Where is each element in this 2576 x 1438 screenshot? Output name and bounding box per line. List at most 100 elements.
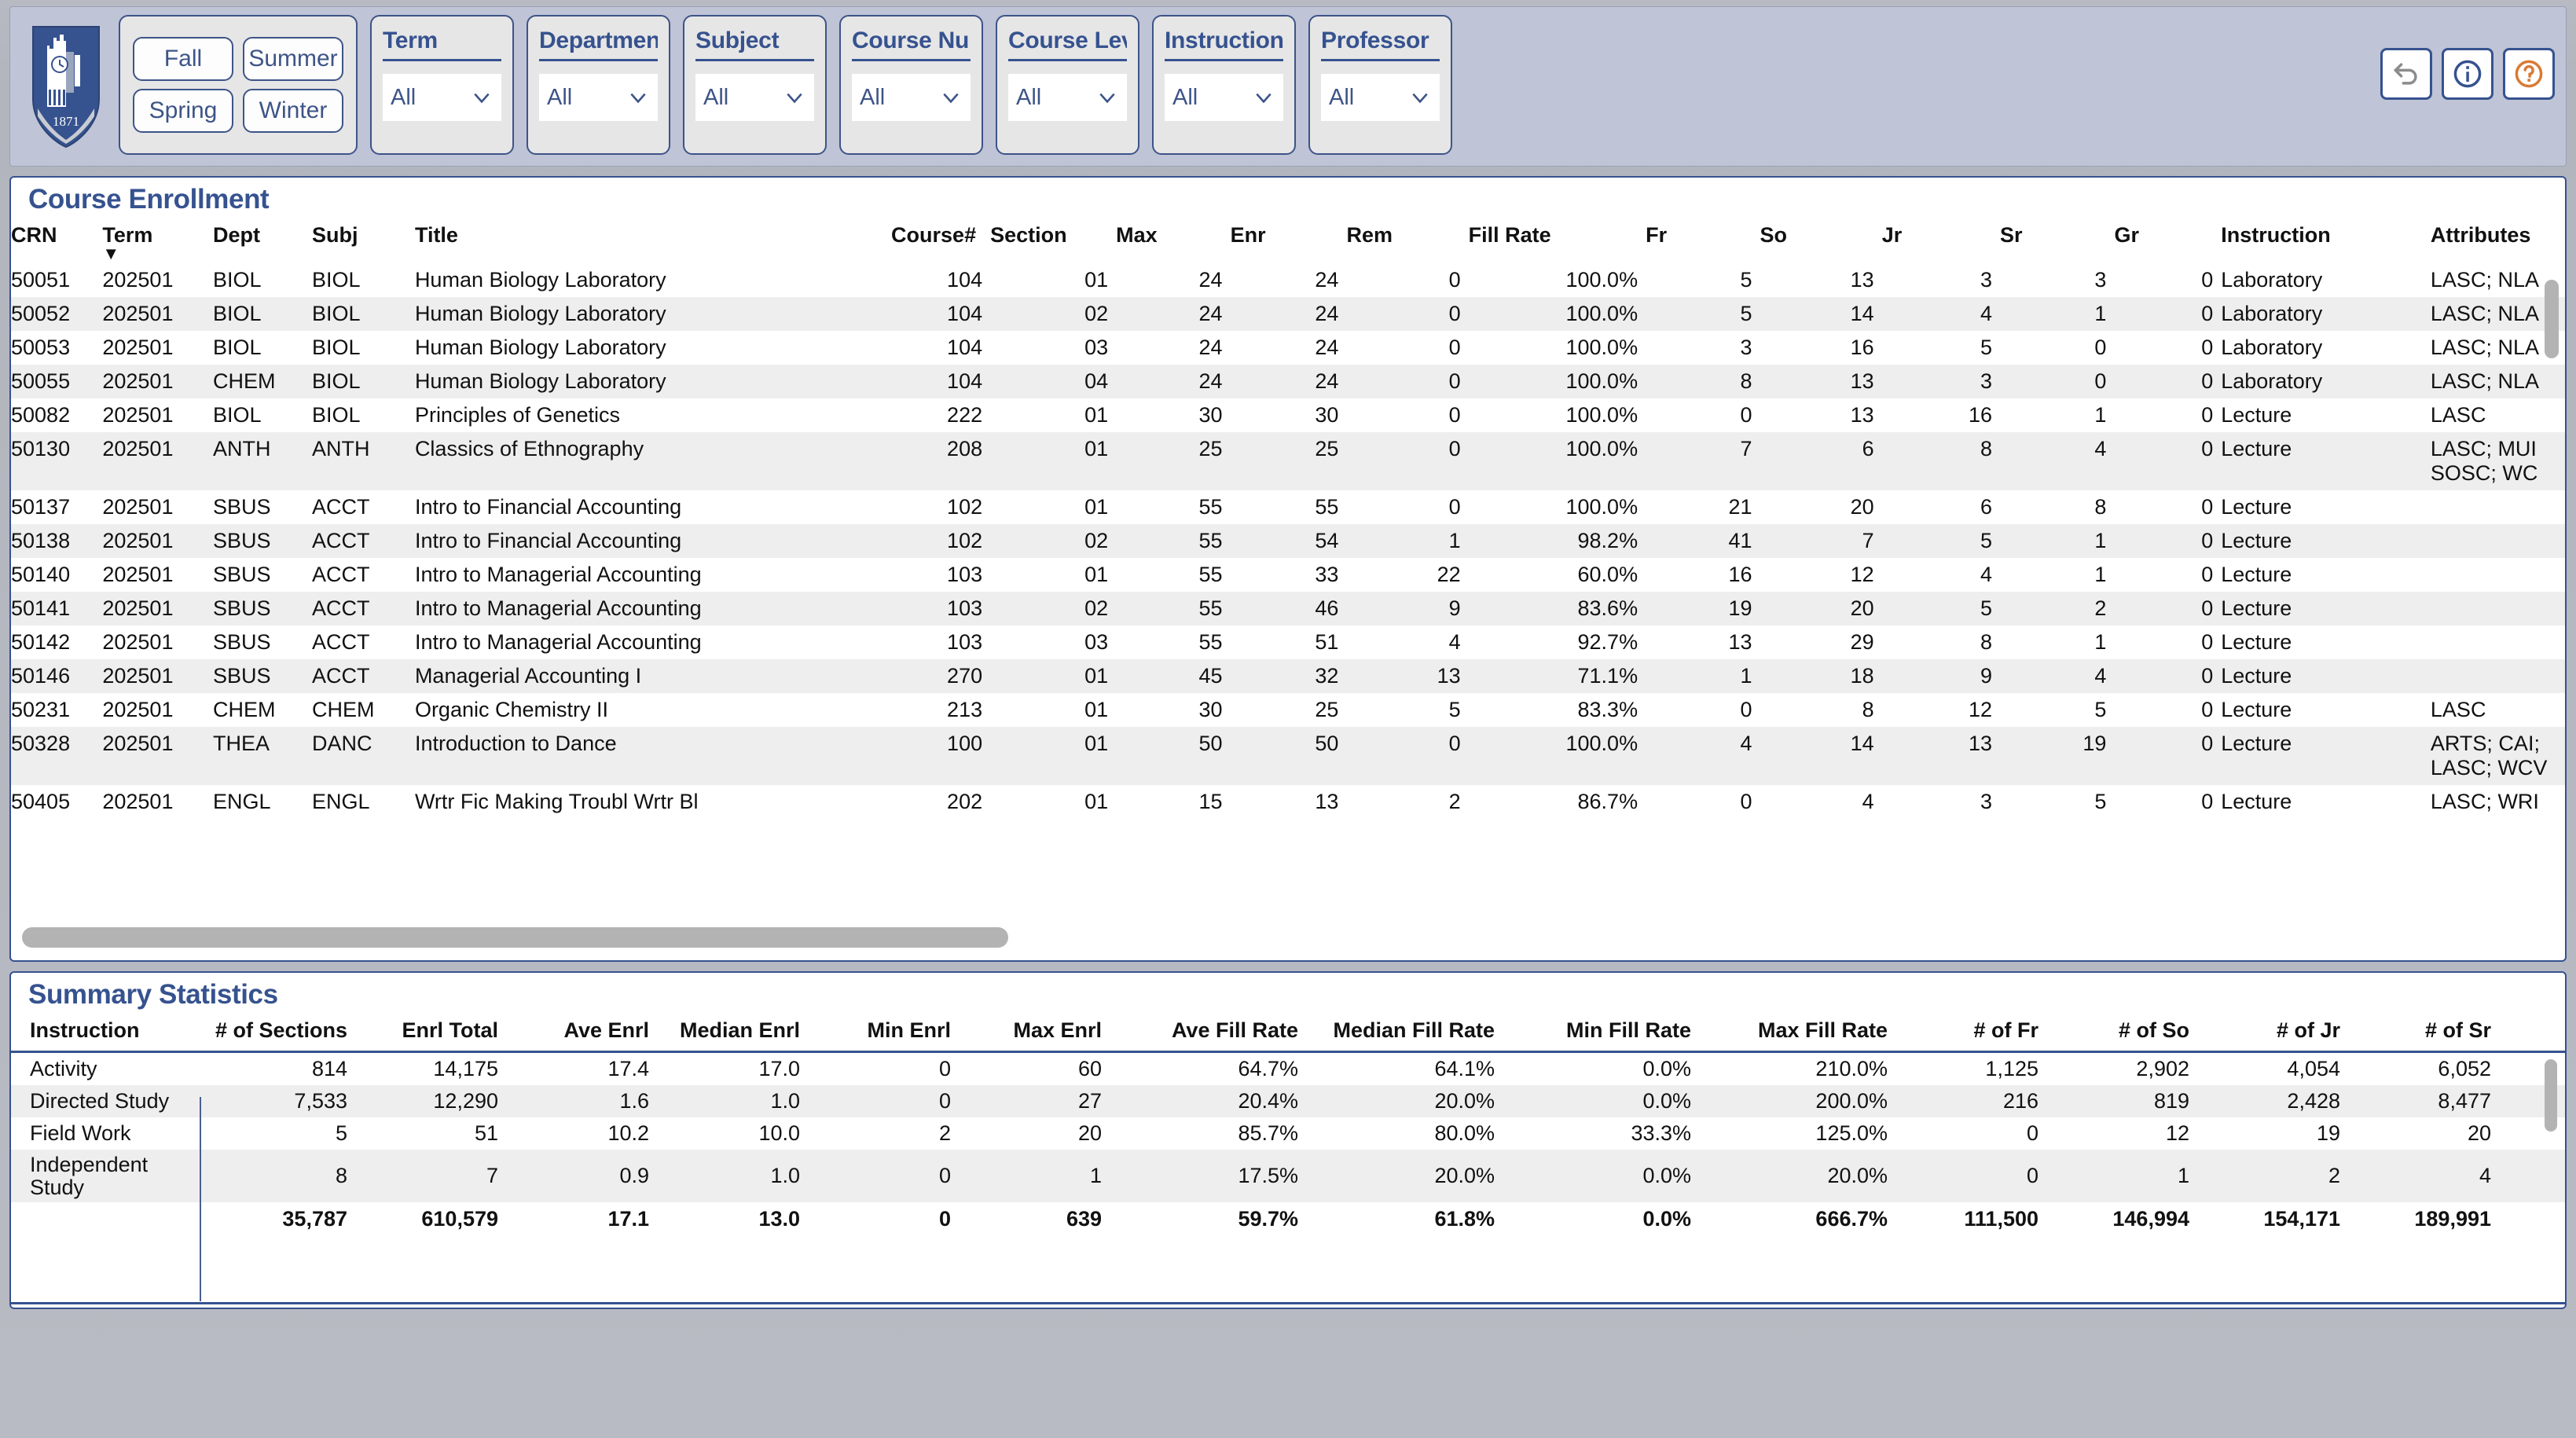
col-header-crn[interactable]: CRN bbox=[11, 217, 102, 263]
cell-sr: 5 bbox=[2000, 785, 2114, 819]
sum-cell-min_fill: 0.0% bbox=[1506, 1150, 1702, 1203]
filter-professor-select[interactable]: All bbox=[1321, 74, 1440, 121]
sum-col-header-instruction[interactable]: Instruction bbox=[11, 1012, 207, 1052]
col-header-jr[interactable]: Jr bbox=[1882, 217, 2000, 263]
cell-term: 202501 bbox=[102, 659, 213, 693]
season-button-spring[interactable]: Spring bbox=[133, 89, 233, 133]
cell-sr: 3 bbox=[2000, 263, 2114, 297]
table-row[interactable]: Activity81414,17517.417.006064.7%64.1%0.… bbox=[11, 1052, 2565, 1086]
help-button[interactable] bbox=[2503, 48, 2555, 100]
sum-col-header-num-gr[interactable]: # of Gr bbox=[2502, 1012, 2565, 1052]
cell-dept: ENGL bbox=[213, 785, 312, 819]
season-button-group: Fall Summer Spring Winter bbox=[119, 15, 358, 155]
col-header-fill-rate[interactable]: Fill Rate bbox=[1469, 217, 1646, 263]
sum-col-header-enrl-total[interactable]: Enrl Total bbox=[358, 1012, 509, 1052]
col-header-gr[interactable]: Gr bbox=[2114, 217, 2221, 263]
col-header-section[interactable]: Section bbox=[990, 217, 1116, 263]
col-header-sr[interactable]: Sr bbox=[2000, 217, 2114, 263]
sum-col-header-median-enrl[interactable]: Median Enrl bbox=[660, 1012, 811, 1052]
sum-cell-sr: 8,477 bbox=[2351, 1085, 2502, 1117]
table-row[interactable]: 50142202501SBUSACCTIntro to Managerial A… bbox=[11, 625, 2565, 659]
col-header-term[interactable]: Term ▼ bbox=[102, 217, 213, 263]
col-header-fr[interactable]: Fr bbox=[1646, 217, 1760, 263]
cell-jr: 4 bbox=[1882, 558, 2000, 592]
cell-gr: 0 bbox=[2114, 524, 2221, 558]
table-row[interactable]: Independent Study870.91.00117.5%20.0%0.0… bbox=[11, 1150, 2565, 1203]
sum-col-header-min-enrl[interactable]: Min Enrl bbox=[811, 1012, 962, 1052]
horizontal-scrollbar-thumb[interactable] bbox=[22, 927, 1008, 948]
cell-dept: SBUS bbox=[213, 558, 312, 592]
cell-rem: 0 bbox=[1346, 263, 1468, 297]
course-enrollment-scroll-area[interactable]: CRN Term ▼ Dept Subj Title Course# Secti… bbox=[11, 217, 2565, 819]
table-row[interactable]: 50328202501THEADANCIntroduction to Dance… bbox=[11, 727, 2565, 785]
col-header-attributes[interactable]: Attributes bbox=[2431, 217, 2565, 263]
sum-cell-min_enrl: 0 bbox=[811, 1052, 962, 1086]
vertical-scrollbar-thumb[interactable] bbox=[2545, 280, 2559, 358]
table-row[interactable]: Field Work55110.210.022085.7%80.0%33.3%1… bbox=[11, 1117, 2565, 1150]
season-button-winter[interactable]: Winter bbox=[243, 89, 343, 133]
sum-col-header-num-fr[interactable]: # of Fr bbox=[1899, 1012, 2049, 1052]
filter-course-number-select[interactable]: All bbox=[852, 74, 971, 121]
season-button-fall[interactable]: Fall bbox=[133, 37, 233, 81]
table-row[interactable]: 50140202501SBUSACCTIntro to Managerial A… bbox=[11, 558, 2565, 592]
col-header-dept[interactable]: Dept bbox=[213, 217, 312, 263]
sum-col-header-max-enrl[interactable]: Max Enrl bbox=[962, 1012, 1113, 1052]
table-row[interactable]: 50137202501SBUSACCTIntro to Financial Ac… bbox=[11, 490, 2565, 524]
col-header-max[interactable]: Max bbox=[1116, 217, 1230, 263]
table-row[interactable]: 50231202501CHEMCHEMOrganic Chemistry II2… bbox=[11, 693, 2565, 727]
col-header-rem[interactable]: Rem bbox=[1346, 217, 1468, 263]
cell-term: 202501 bbox=[102, 693, 213, 727]
vertical-scrollbar[interactable] bbox=[2545, 280, 2559, 767]
sum-cell-fr: 0 bbox=[1899, 1117, 2049, 1150]
summary-statistics-scroll-area[interactable]: Instruction # of Sections Enrl Total Ave… bbox=[11, 1012, 2565, 1235]
col-header-enr[interactable]: Enr bbox=[1231, 217, 1347, 263]
col-header-instruction[interactable]: Instruction bbox=[2221, 217, 2431, 263]
col-header-title[interactable]: Title bbox=[415, 217, 891, 263]
summary-vertical-scrollbar-thumb[interactable] bbox=[2545, 1059, 2557, 1132]
table-row[interactable]: 50405202501ENGLENGLWrtr Fic Making Troub… bbox=[11, 785, 2565, 819]
cell-sr: 8 bbox=[2000, 490, 2114, 524]
table-row[interactable]: 50138202501SBUSACCTIntro to Financial Ac… bbox=[11, 524, 2565, 558]
filter-instruction-select[interactable]: All bbox=[1165, 74, 1283, 121]
cell-rem: 0 bbox=[1346, 490, 1468, 524]
table-row[interactable]: 50082202501BIOLBIOLPrinciples of Genetic… bbox=[11, 398, 2565, 432]
table-row[interactable]: 50055202501CHEMBIOLHuman Biology Laborat… bbox=[11, 365, 2565, 398]
sum-col-header-max-fill[interactable]: Max Fill Rate bbox=[1702, 1012, 1899, 1052]
summary-total-row[interactable]: 35,787610,57917.113.0063959.7%61.8%0.0%6… bbox=[11, 1203, 2565, 1236]
table-row[interactable]: 50053202501BIOLBIOLHuman Biology Laborat… bbox=[11, 331, 2565, 365]
sum-col-header-median-fill[interactable]: Median Fill Rate bbox=[1309, 1012, 1506, 1052]
filter-course-level: Course Level All bbox=[996, 15, 1139, 155]
sum-col-header-min-fill[interactable]: Min Fill Rate bbox=[1506, 1012, 1702, 1052]
summary-column-divider bbox=[200, 1097, 201, 1301]
summary-vertical-scrollbar[interactable] bbox=[2545, 1059, 2557, 1138]
cell-instruction: Lecture bbox=[2221, 432, 2431, 490]
info-button[interactable] bbox=[2442, 48, 2493, 100]
sum-col-header-ave-enrl[interactable]: Ave Enrl bbox=[509, 1012, 660, 1052]
filter-term-select[interactable]: All bbox=[383, 74, 501, 121]
col-header-subj[interactable]: Subj bbox=[312, 217, 415, 263]
sum-col-header-num-jr[interactable]: # of Jr bbox=[2200, 1012, 2351, 1052]
table-row[interactable]: 50130202501ANTHANTHClassics of Ethnograp… bbox=[11, 432, 2565, 490]
cell-dept: SBUS bbox=[213, 524, 312, 558]
horizontal-scrollbar[interactable] bbox=[22, 927, 2567, 948]
sum-cell-max_enrl: 20 bbox=[962, 1117, 1113, 1150]
table-row[interactable]: 50051202501BIOLBIOLHuman Biology Laborat… bbox=[11, 263, 2565, 297]
filter-department-select[interactable]: All bbox=[539, 74, 658, 121]
col-header-so[interactable]: So bbox=[1760, 217, 1882, 263]
table-row[interactable]: 50141202501SBUSACCTIntro to Managerial A… bbox=[11, 592, 2565, 625]
sum-col-header-sections[interactable]: # of Sections bbox=[207, 1012, 358, 1052]
filter-subject-select[interactable]: All bbox=[695, 74, 814, 121]
cell-so: 14 bbox=[1760, 297, 1882, 331]
undo-button[interactable] bbox=[2380, 48, 2432, 100]
table-row[interactable]: 50052202501BIOLBIOLHuman Biology Laborat… bbox=[11, 297, 2565, 331]
sum-col-header-ave-fill[interactable]: Ave Fill Rate bbox=[1113, 1012, 1309, 1052]
cell-course: 102 bbox=[891, 490, 990, 524]
table-row[interactable]: 50146202501SBUSACCTManagerial Accounting… bbox=[11, 659, 2565, 693]
col-header-course-number[interactable]: Course# bbox=[891, 217, 990, 263]
sum-col-header-num-so[interactable]: # of So bbox=[2049, 1012, 2200, 1052]
filter-course-level-select[interactable]: All bbox=[1008, 74, 1127, 121]
season-button-summer[interactable]: Summer bbox=[243, 37, 343, 81]
table-row[interactable]: Directed Study7,53312,2901.61.002720.4%2… bbox=[11, 1085, 2565, 1117]
sum-col-header-num-sr[interactable]: # of Sr bbox=[2351, 1012, 2502, 1052]
cell-course: 104 bbox=[891, 263, 990, 297]
